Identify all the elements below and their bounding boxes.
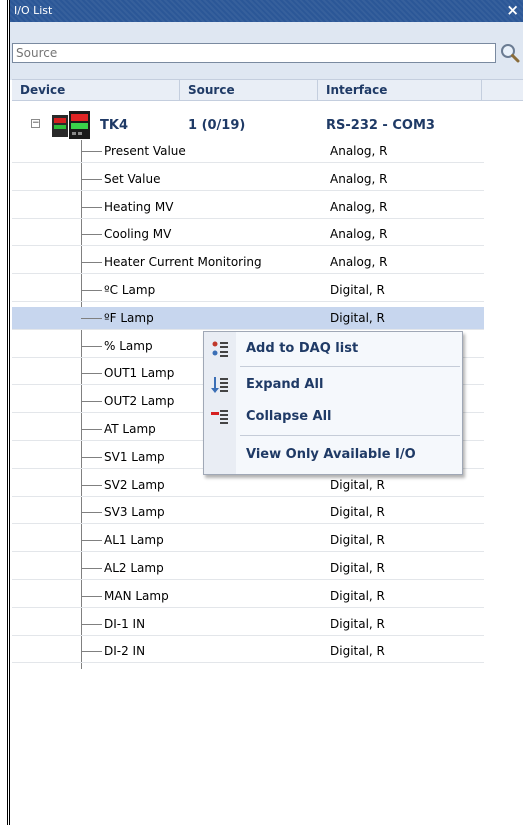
io-item-name: SV2 Lamp bbox=[104, 477, 165, 492]
menu-item-add-to-daq[interactable]: Add to DAQ list bbox=[204, 334, 462, 364]
io-item-row[interactable]: DI-1 IN Digital, R bbox=[12, 613, 484, 636]
io-item-interface: Digital, R bbox=[330, 616, 385, 631]
device-source: 1 (0/19) bbox=[188, 118, 246, 133]
io-item-row[interactable]: SV3 Lamp Digital, R bbox=[12, 501, 484, 525]
io-item-interface: Digital, R bbox=[330, 588, 385, 603]
tree-branch bbox=[81, 456, 102, 458]
menu-separator bbox=[240, 435, 460, 436]
io-item-interface: Digital, R bbox=[330, 533, 385, 548]
context-menu: Add to DAQ list Expand All Collapse All … bbox=[203, 331, 463, 475]
io-item-interface: Digital, R bbox=[330, 644, 385, 659]
tree-branch bbox=[81, 484, 102, 486]
tree-branch bbox=[81, 429, 102, 430]
io-item-interface: Analog, R bbox=[330, 199, 388, 214]
io-item-name: Heating MV bbox=[104, 199, 174, 214]
menu-item-collapse-all[interactable]: Collapse All bbox=[204, 402, 462, 432]
io-item-interface: Analog, R bbox=[330, 144, 388, 158]
io-item-name: MAN Lamp bbox=[104, 588, 169, 603]
menu-item-label: View Only Available I/O bbox=[246, 447, 416, 462]
io-item-name: Present Value bbox=[104, 144, 186, 158]
io-item-name: Heater Current Monitoring bbox=[104, 255, 262, 270]
io-item-name: Set Value bbox=[104, 171, 161, 186]
io-item-interface: Digital, R bbox=[330, 561, 385, 575]
io-item-interface: Digital, R bbox=[330, 505, 385, 520]
tree-branch bbox=[81, 540, 102, 542]
tree-branch bbox=[81, 345, 102, 347]
titlebar[interactable]: I/O List × bbox=[10, 0, 523, 22]
io-item-interface: Analog, R bbox=[330, 227, 388, 242]
io-item-name: ºF Lamp bbox=[104, 310, 154, 325]
menu-item-view-only-available[interactable]: View Only Available I/O bbox=[204, 440, 462, 470]
column-header-source[interactable]: Source bbox=[180, 80, 318, 100]
menu-item-expand-all[interactable]: Expand All bbox=[204, 370, 462, 400]
io-item-name: SV3 Lamp bbox=[104, 505, 165, 520]
tree-branch bbox=[81, 317, 102, 319]
tree-branch bbox=[81, 623, 102, 625]
collapse-all-icon bbox=[211, 410, 228, 424]
tree-branch bbox=[81, 262, 102, 264]
controller-device-icon bbox=[52, 111, 90, 139]
tree-branch bbox=[81, 234, 102, 236]
io-item-interface: Digital, R bbox=[330, 283, 385, 297]
io-item-name: AT Lamp bbox=[104, 422, 156, 436]
io-item-name: OUT2 Lamp bbox=[104, 394, 175, 409]
grid-header: Device Source Interface bbox=[12, 79, 523, 101]
io-item-row[interactable]: AL1 Lamp Digital, R bbox=[12, 529, 484, 553]
io-list-panel: I/O List × Device Source Interface − TK4… bbox=[10, 0, 523, 825]
tree-branch bbox=[81, 206, 102, 208]
column-header-interface[interactable]: Interface bbox=[318, 80, 482, 100]
io-item-interface: Analog, R bbox=[330, 171, 388, 186]
io-item-name: DI-1 IN bbox=[104, 616, 146, 631]
expand-all-icon bbox=[211, 377, 228, 393]
io-item-name: DI-2 IN bbox=[104, 644, 146, 659]
menu-separator bbox=[240, 366, 460, 367]
io-item-row[interactable]: AL2 Lamp Digital, R bbox=[12, 557, 484, 580]
io-item-interface: Analog, R bbox=[330, 255, 388, 270]
menu-item-label: Collapse All bbox=[246, 409, 332, 424]
io-item-name: SV1 Lamp bbox=[104, 449, 165, 464]
io-item-name: % Lamp bbox=[104, 338, 153, 353]
tree-branch bbox=[81, 568, 102, 569]
search-input[interactable] bbox=[12, 43, 496, 63]
tree-branch bbox=[81, 651, 102, 653]
io-item-row[interactable]: Heater Current Monitoring Analog, R bbox=[12, 251, 484, 275]
device-interface: RS-232 - COM3 bbox=[326, 118, 435, 133]
io-item-row[interactable]: DI-2 IN Digital, R bbox=[12, 640, 484, 664]
io-item-row[interactable]: Present Value Analog, R bbox=[12, 140, 484, 163]
io-item-name: ºC Lamp bbox=[104, 283, 156, 297]
menu-item-label: Add to DAQ list bbox=[246, 341, 359, 356]
io-item-name: OUT1 Lamp bbox=[104, 366, 175, 381]
io-item-row[interactable]: MAN Lamp Digital, R bbox=[12, 585, 484, 608]
io-item-row[interactable]: ºC Lamp Digital, R bbox=[12, 279, 484, 302]
io-item-row[interactable]: SV2 Lamp Digital, R bbox=[12, 474, 484, 497]
io-item-interface: Digital, R bbox=[330, 477, 385, 492]
tree-branch bbox=[81, 595, 102, 597]
search-icon[interactable] bbox=[499, 42, 521, 64]
add-list-icon bbox=[212, 341, 228, 357]
collapse-icon[interactable]: − bbox=[31, 119, 40, 128]
io-item-row[interactable]: ºF Lamp Digital, R bbox=[12, 306, 484, 330]
menu-item-label: Expand All bbox=[246, 377, 324, 392]
device-row[interactable]: − TK4 1 (0/19) RS-232 - COM3 bbox=[12, 109, 484, 139]
window-left-border bbox=[0, 0, 10, 825]
column-header-device[interactable]: Device bbox=[12, 80, 180, 100]
io-item-name: AL1 Lamp bbox=[104, 533, 164, 548]
io-item-row[interactable]: Heating MV Analog, R bbox=[12, 196, 484, 219]
close-icon[interactable]: × bbox=[506, 1, 519, 19]
io-item-row[interactable]: Cooling MV Analog, R bbox=[12, 223, 484, 247]
tree-branch bbox=[81, 512, 102, 514]
tree-branch bbox=[81, 373, 102, 375]
tree-branch bbox=[81, 151, 102, 152]
window-title: I/O List bbox=[14, 4, 53, 17]
device-name: TK4 bbox=[100, 118, 128, 133]
tree-branch bbox=[81, 178, 102, 180]
io-item-row[interactable]: Set Value Analog, R bbox=[12, 168, 484, 191]
tree-branch bbox=[81, 290, 102, 291]
tree-branch bbox=[81, 401, 102, 403]
io-item-name: Cooling MV bbox=[104, 227, 172, 242]
io-item-interface: Digital, R bbox=[330, 310, 385, 325]
io-item-name: AL2 Lamp bbox=[104, 561, 164, 575]
